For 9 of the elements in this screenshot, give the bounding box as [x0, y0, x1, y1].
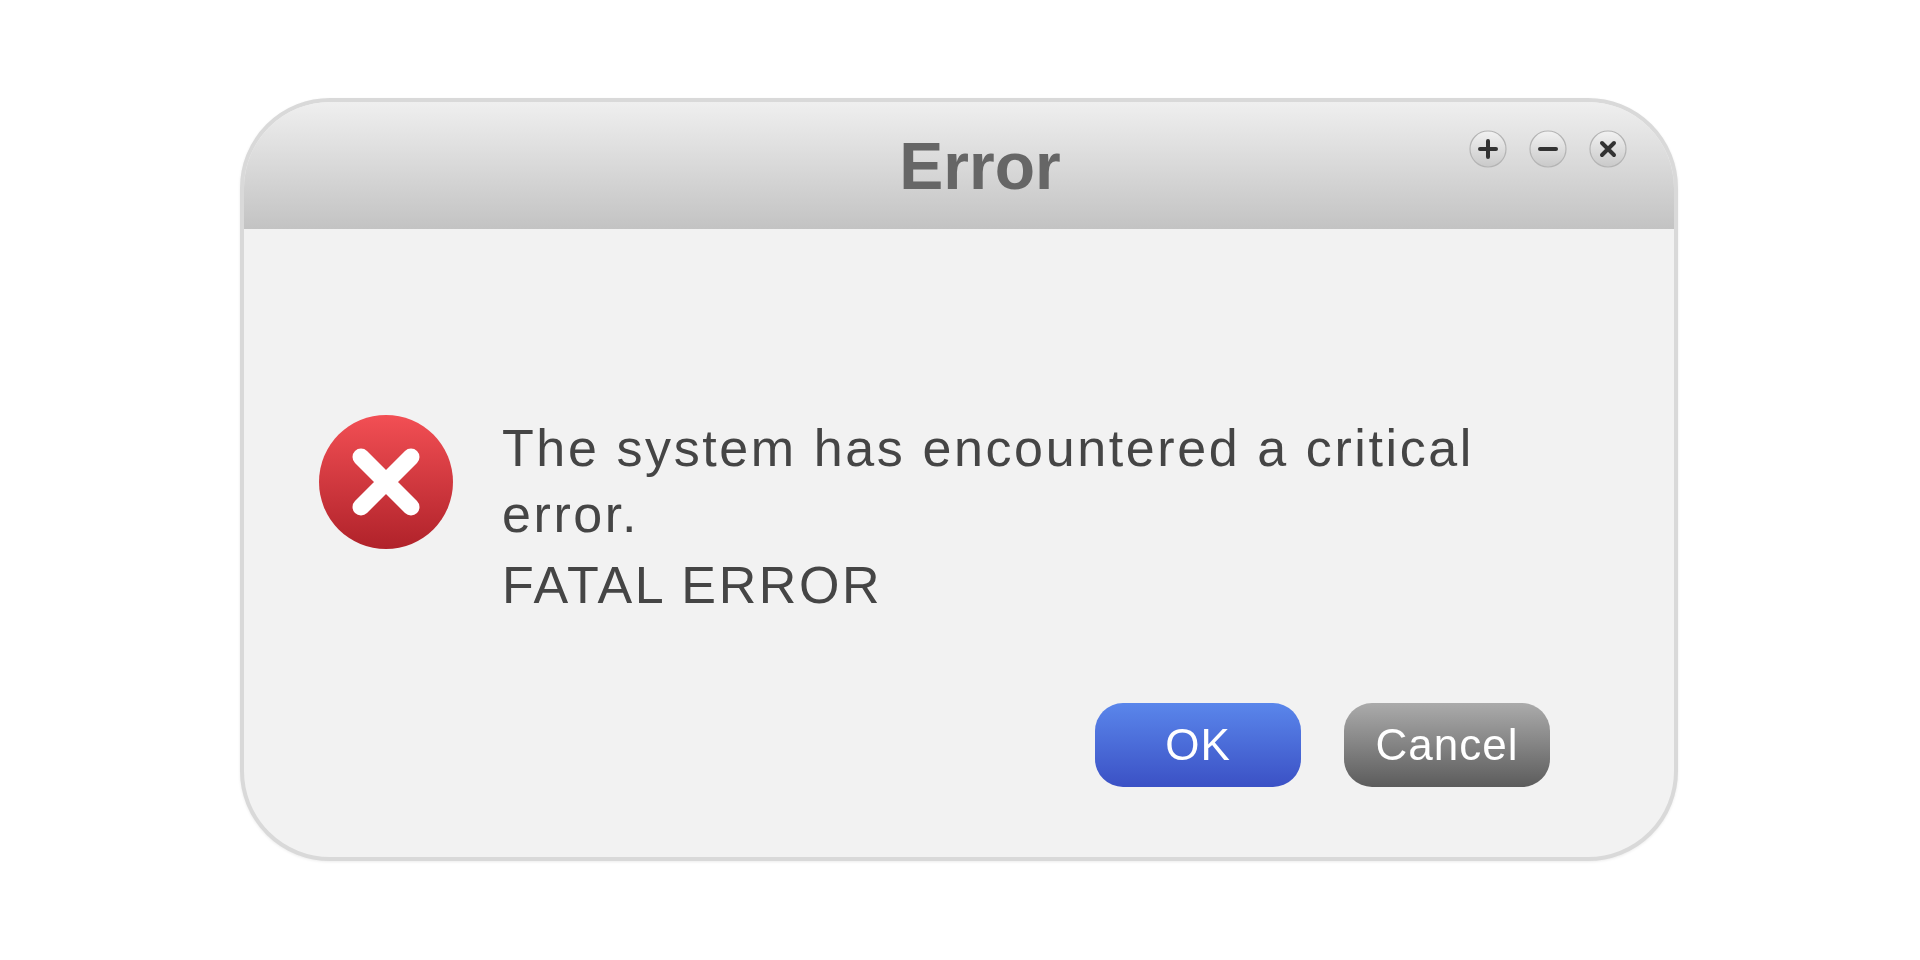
error-message: The system has encountered a critical error. — [502, 418, 1475, 545]
plus-icon[interactable] — [1469, 130, 1507, 168]
close-icon[interactable] — [1589, 130, 1627, 168]
minus-icon[interactable] — [1529, 130, 1567, 168]
fatal-error-text: FATAL ERROR — [502, 555, 884, 616]
error-icon — [319, 415, 453, 549]
dialog-title: Error — [899, 132, 1061, 199]
cancel-button[interactable]: Cancel — [1344, 703, 1550, 787]
ok-button[interactable]: OK — [1095, 703, 1301, 787]
